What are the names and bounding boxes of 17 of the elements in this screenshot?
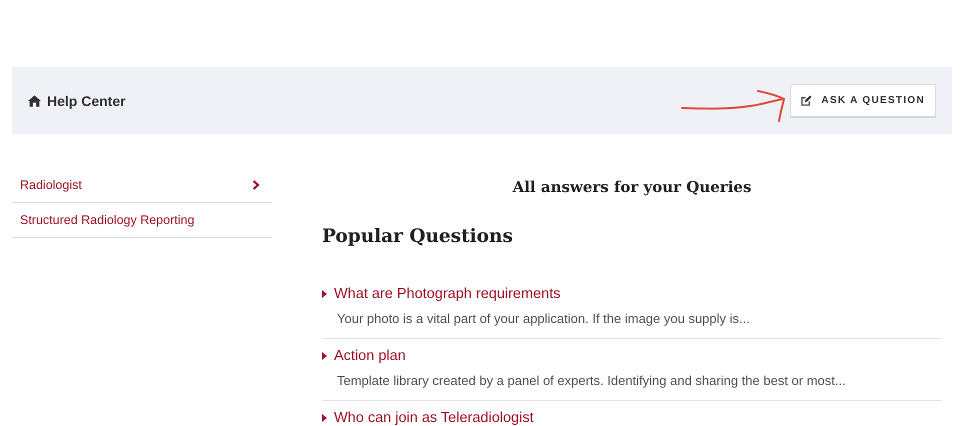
- caret-icon: [322, 290, 327, 298]
- ask-question-button[interactable]: ASK A QUESTION: [790, 84, 936, 118]
- sidebar-item[interactable]: Radiologist: [12, 168, 272, 203]
- caret-icon: [322, 352, 327, 360]
- question-summary: Template library created by a panel of experts. Identifying and sharing the best or most...: [337, 373, 847, 388]
- edit-icon: [801, 94, 812, 106]
- question-link[interactable]: What are Photograph requirements: [334, 286, 560, 302]
- chevron-icon: [252, 180, 260, 190]
- question-link[interactable]: Action plan: [334, 348, 406, 364]
- question-summary: Your photo is a vital part of your application. If the image you supply is...: [337, 311, 751, 326]
- question-link[interactable]: Who can join as Teleradiologist: [334, 410, 534, 426]
- page-heading: All answers for your Queries: [512, 178, 752, 196]
- section-heading: Popular Questions: [322, 226, 514, 247]
- sidebar-item[interactable]: Structured Radiology Reporting: [12, 203, 272, 238]
- page-title: Help Center: [47, 92, 126, 108]
- caret-icon: [322, 414, 327, 422]
- home-icon: [28, 94, 41, 106]
